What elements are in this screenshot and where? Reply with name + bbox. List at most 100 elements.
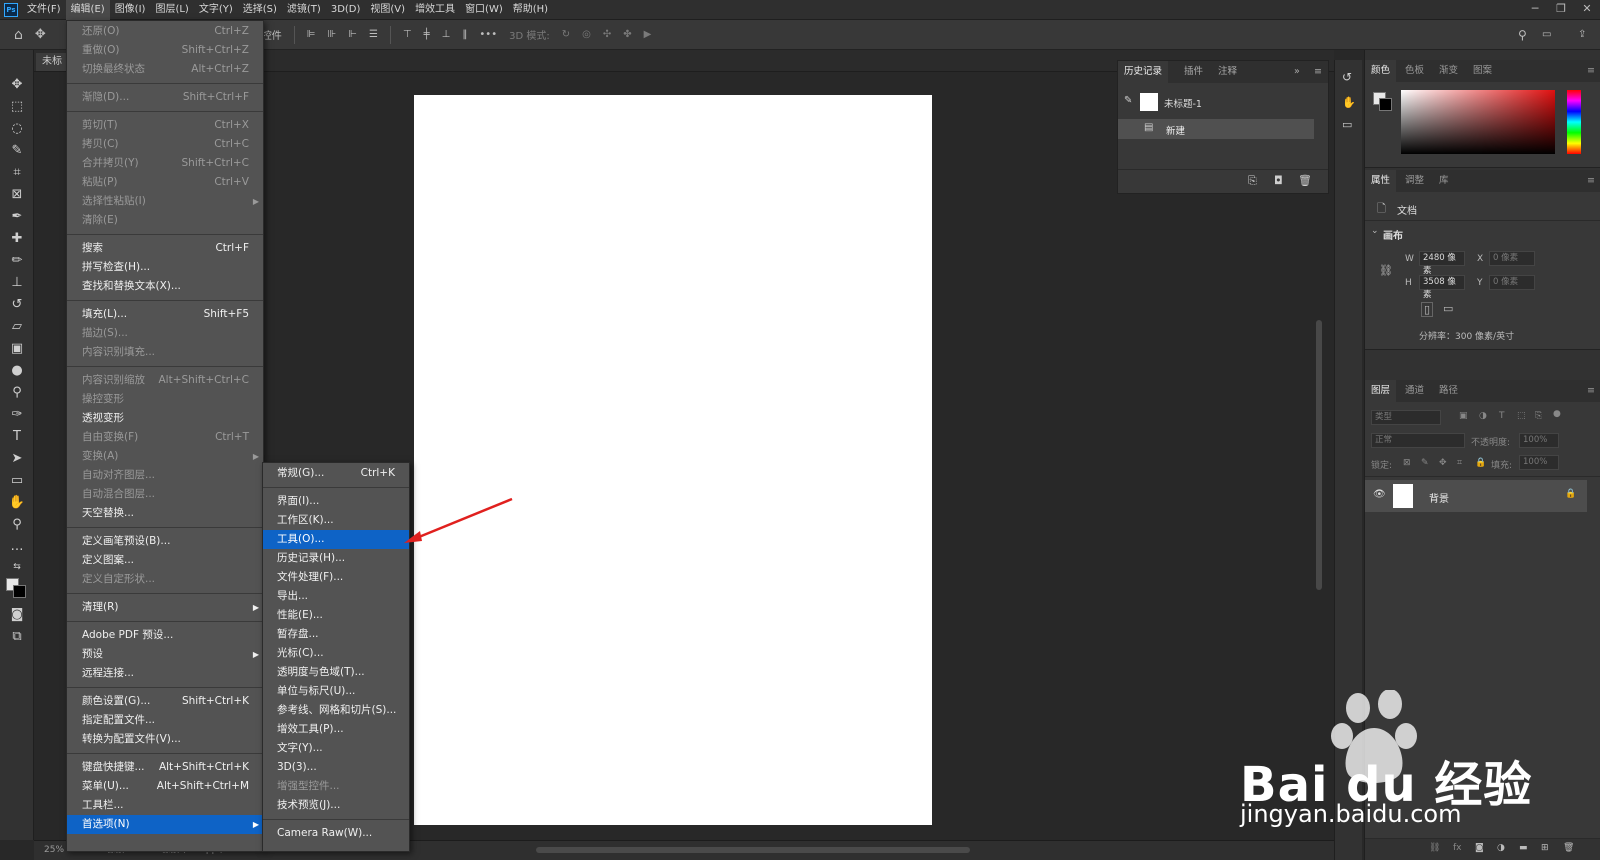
- edit-menu-item[interactable]: 剪切(T) Ctrl+X: [67, 116, 263, 135]
- chevron-down-icon[interactable]: ⌄: [1371, 226, 1379, 236]
- tab-paths[interactable]: 路径: [1439, 380, 1458, 402]
- hue-slider[interactable]: [1567, 90, 1581, 154]
- panel-menu-icon[interactable]: ≡: [1587, 380, 1595, 402]
- edit-menu-item[interactable]: 转换为配置文件(V)...: [67, 730, 263, 749]
- edit-menu-item[interactable]: 定义画笔预设(B)...: [67, 532, 263, 551]
- preferences-menu-item[interactable]: 暂存盘...: [263, 625, 409, 644]
- align-top-icon[interactable]: ⊤: [403, 29, 412, 40]
- filter-pixel-icon[interactable]: ▣: [1459, 411, 1468, 421]
- tab-adjustments[interactable]: 调整: [1405, 170, 1424, 192]
- plugins-icon[interactable]: ✋: [1342, 96, 1356, 109]
- edit-menu-item[interactable]: 定义图案...: [67, 551, 263, 570]
- new-group-icon[interactable]: ▬: [1519, 843, 1528, 853]
- document-tab[interactable]: 未标: [36, 53, 68, 71]
- horizontal-scrollbar[interactable]: [536, 847, 970, 853]
- roll-3d-icon[interactable]: ◎: [582, 29, 591, 40]
- preferences-menu-item[interactable]: 界面(I)...: [263, 492, 409, 511]
- marquee-tool-icon[interactable]: ⬚: [6, 98, 28, 116]
- preferences-menu-item[interactable]: 技术预览(J)...: [263, 796, 409, 815]
- history-state[interactable]: ▤ 新建: [1118, 119, 1314, 139]
- edit-menu-item[interactable]: 自动混合图层...: [67, 485, 263, 504]
- tab-history[interactable]: 历史记录: [1118, 61, 1169, 83]
- quick-select-tool-icon[interactable]: ✎: [6, 142, 28, 160]
- type-tool-icon[interactable]: T: [6, 428, 28, 446]
- fill-field[interactable]: 100%: [1519, 455, 1559, 470]
- tab-channels[interactable]: 通道: [1405, 380, 1424, 402]
- edit-menu-item[interactable]: 清除(E): [67, 211, 263, 230]
- landscape-orientation-icon[interactable]: ▭: [1443, 302, 1453, 315]
- fx-icon[interactable]: fx: [1453, 843, 1462, 853]
- tab-notes[interactable]: 注释: [1218, 61, 1237, 83]
- rectangle-tool-icon[interactable]: ▭: [6, 472, 28, 490]
- blend-mode-select[interactable]: 正常: [1371, 433, 1465, 448]
- edit-menu-item[interactable]: 填充(L)... Shift+F5: [67, 305, 263, 324]
- eraser-tool-icon[interactable]: ▱: [6, 318, 28, 336]
- camera-3d-icon[interactable]: ▶: [644, 29, 652, 40]
- tab-libraries[interactable]: 库: [1439, 170, 1449, 192]
- more-options-icon[interactable]: •••: [479, 29, 497, 40]
- menu-2[interactable]: 图像(I): [110, 0, 151, 20]
- lock-all-icon[interactable]: 🔒: [1475, 458, 1486, 468]
- height-field[interactable]: 3508 像素: [1419, 275, 1465, 300]
- align-bottom-icon[interactable]: ⊥: [442, 29, 451, 40]
- preferences-menu-item[interactable]: 3D(3)...: [263, 758, 409, 777]
- preferences-menu-item[interactable]: 文字(Y)...: [263, 739, 409, 758]
- align-right-icon[interactable]: ⊩: [348, 29, 357, 40]
- dodge-tool-icon[interactable]: ⚲: [6, 384, 28, 402]
- preferences-menu-item[interactable]: 导出...: [263, 587, 409, 606]
- vertical-scrollbar[interactable]: [1316, 320, 1322, 590]
- align-left-icon[interactable]: ⊫: [307, 29, 316, 40]
- share-icon[interactable]: ⇪: [1578, 29, 1586, 40]
- edit-menu-item[interactable]: 颜色设置(G)... Shift+Ctrl+K: [67, 692, 263, 711]
- link-icon[interactable]: ⛓: [1379, 264, 1393, 277]
- preferences-menu-item[interactable]: 工具(O)...: [263, 530, 409, 549]
- add-mask-icon[interactable]: ◙: [1475, 843, 1484, 853]
- tab-properties[interactable]: 属性: [1365, 170, 1397, 192]
- lasso-tool-icon[interactable]: ◌: [6, 120, 28, 138]
- panel-menu-icon[interactable]: ≡: [1587, 60, 1595, 82]
- orbit-3d-icon[interactable]: ↻: [562, 29, 570, 40]
- lock-artboard-icon[interactable]: ⌗: [1457, 458, 1462, 468]
- adjustment-layer-icon[interactable]: ◑: [1497, 843, 1505, 853]
- edit-menu-item[interactable]: 拷贝(C) Ctrl+C: [67, 135, 263, 154]
- edit-menu-item[interactable]: 菜单(U)... Alt+Shift+Ctrl+M: [67, 777, 263, 796]
- menu-8[interactable]: 视图(V): [365, 0, 410, 20]
- minimize-button[interactable]: ─: [1522, 0, 1548, 20]
- comments-icon[interactable]: ▭: [1342, 118, 1352, 131]
- menu-0[interactable]: 文件(F): [22, 0, 66, 20]
- path-select-tool-icon[interactable]: ➤: [6, 450, 28, 468]
- history-snapshot[interactable]: ✎ 未标题-1: [1118, 89, 1328, 115]
- edit-menu-item[interactable]: Adobe PDF 预设...: [67, 626, 263, 645]
- delete-layer-icon[interactable]: 🗑: [1563, 843, 1574, 853]
- edit-menu-item[interactable]: 清理(R) ▶: [67, 598, 263, 617]
- edit-menu-item[interactable]: 选择性粘贴(I) ▶: [67, 192, 263, 211]
- crop-tool-icon[interactable]: ⌗: [6, 164, 28, 182]
- preferences-menu-item[interactable]: 透明度与色域(T)...: [263, 663, 409, 682]
- edit-menu-item[interactable]: 内容识别缩放 Alt+Shift+Ctrl+C: [67, 371, 263, 390]
- close-button[interactable]: ✕: [1574, 0, 1600, 20]
- preferences-menu-item[interactable]: 历史记录(H)...: [263, 549, 409, 568]
- layer-filter-select[interactable]: 类型: [1371, 410, 1441, 425]
- tab-color[interactable]: 颜色: [1365, 60, 1397, 82]
- edit-menu-item[interactable]: 键盘快捷键... Alt+Shift+Ctrl+K: [67, 758, 263, 777]
- visibility-eye-icon[interactable]: 👁: [1373, 489, 1386, 500]
- tab-gradients[interactable]: 渐变: [1439, 60, 1458, 82]
- menu-6[interactable]: 滤镜(T): [282, 0, 326, 20]
- swap-colors-icon[interactable]: ⇆: [6, 558, 28, 576]
- history-brush-source-icon[interactable]: ✎: [1124, 95, 1132, 106]
- frame-tool-icon[interactable]: ⊠: [6, 186, 28, 204]
- new-document-from-state-icon[interactable]: ⎘: [1248, 174, 1257, 188]
- edit-menu-item[interactable]: 远程连接...: [67, 664, 263, 683]
- healing-brush-tool-icon[interactable]: ✚: [6, 230, 28, 248]
- edit-menu-item[interactable]: 预设 ▶: [67, 645, 263, 664]
- distribute-icon[interactable]: ☰: [369, 29, 378, 40]
- background-color-swatch[interactable]: [1379, 98, 1392, 111]
- edit-menu-item[interactable]: 搜索 Ctrl+F: [67, 239, 263, 258]
- menu-10[interactable]: 窗口(W): [460, 0, 508, 20]
- edit-menu-item[interactable]: 重做(O) Shift+Ctrl+Z: [67, 41, 263, 60]
- lock-transparent-icon[interactable]: ⊠: [1403, 458, 1411, 468]
- brush-tool-icon[interactable]: ✏: [6, 252, 28, 270]
- menu-7[interactable]: 3D(D): [326, 0, 366, 20]
- x-field[interactable]: 0 像素: [1489, 251, 1535, 266]
- preferences-menu-item[interactable]: 性能(E)...: [263, 606, 409, 625]
